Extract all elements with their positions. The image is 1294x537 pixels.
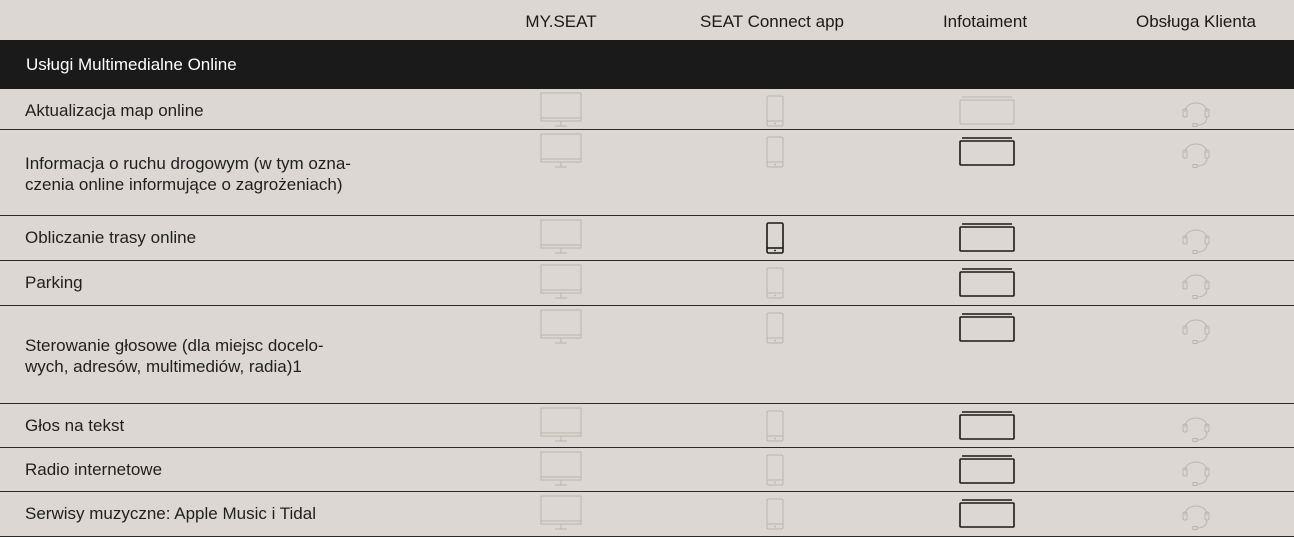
headset-icon [1180,135,1212,169]
table-row: Serwisy muzyczne: Apple Music i Tidal [0,492,1294,537]
table-row: Sterowanie głosowe (dla miejsc docelo-wy… [0,306,1294,404]
table-row: Informacja o ruchu drogowym (w tym ozna-… [0,130,1294,216]
column-header-myseat: MY.SEAT [525,12,597,31]
row-label: Głos na tekst [25,415,124,436]
infotainment-screen-icon [959,411,1015,441]
monitor-icon [540,219,582,257]
table-row: Parking [0,261,1294,306]
row-label-line: Parking [25,273,83,292]
headset-icon [1180,94,1212,128]
headset-icon [1180,311,1212,345]
monitor-icon [540,407,582,445]
headset-icon [1180,409,1212,443]
row-label: Serwisy muzyczne: Apple Music i Tidal [25,503,316,524]
infotainment-screen-icon [959,137,1015,167]
row-label-line: czenia online informujące o zagrożeniach… [25,175,343,194]
monitor-icon [540,309,582,347]
headset-icon [1180,453,1212,487]
infotainment-screen-icon [959,268,1015,298]
row-label-line: wych, adresów, multimediów, radia)1 [25,357,302,376]
monitor-icon [540,451,582,489]
row-label-line: Informacja o ruchu drogowym (w tym ozna- [25,154,351,173]
phone-icon [766,95,784,127]
row-label: Aktualizacja map online [25,100,204,121]
infotainment-screen-icon [959,96,1015,126]
phone-icon [766,312,784,344]
table-row: Głos na tekst [0,404,1294,448]
row-label: Sterowanie głosowe (dla miejsc docelo-wy… [25,335,324,377]
row-label-line: Sterowanie głosowe (dla miejsc docelo- [25,336,324,355]
column-header-infotainment: Infotaiment [942,12,1028,31]
infotainment-screen-icon [959,223,1015,253]
row-label-line: Głos na tekst [25,416,125,435]
monitor-icon [540,495,582,533]
section-title: Usługi Multimedialne Online [26,55,237,74]
row-label: Obliczanie trasy online [25,227,196,248]
row-label-line: Radio internetowe [25,460,163,479]
infotainment-screen-icon [959,455,1015,485]
phone-icon [766,498,784,530]
table-row: Obliczanie trasy online [0,216,1294,261]
headset-icon [1180,497,1212,531]
row-label: Parking [25,272,83,293]
table-row: Aktualizacja map online [0,89,1294,130]
row-label: Radio internetowe [25,459,162,480]
infotainment-screen-icon [959,499,1015,529]
row-label-line: Obliczanie trasy online [25,228,197,247]
phone-icon [766,454,784,486]
monitor-icon [540,133,582,171]
phone-icon [766,136,784,168]
headset-icon [1180,221,1212,255]
row-label-line: Aktualizacja map online [25,101,204,120]
phone-icon [766,410,784,442]
section-header: Usługi Multimedialne Online [0,40,1294,89]
infotainment-screen-icon [959,313,1015,343]
headset-icon [1180,266,1212,300]
services-table: MY.SEAT SEAT Connect app Infotaiment Obs… [0,0,1294,537]
phone-icon [766,267,784,299]
row-label: Informacja o ruchu drogowym (w tym ozna-… [25,153,351,195]
column-header-connect-app: SEAT Connect app [700,12,844,31]
monitor-icon [540,264,582,302]
table-header: MY.SEAT SEAT Connect app Infotaiment Obs… [0,0,1294,40]
phone-icon [766,222,784,254]
row-label-line: Serwisy muzyczne: Apple Music i Tidal [25,504,316,523]
table-row: Radio internetowe [0,448,1294,492]
monitor-icon [540,92,582,130]
column-header-customer-service: Obsługa Klienta [1135,12,1257,31]
